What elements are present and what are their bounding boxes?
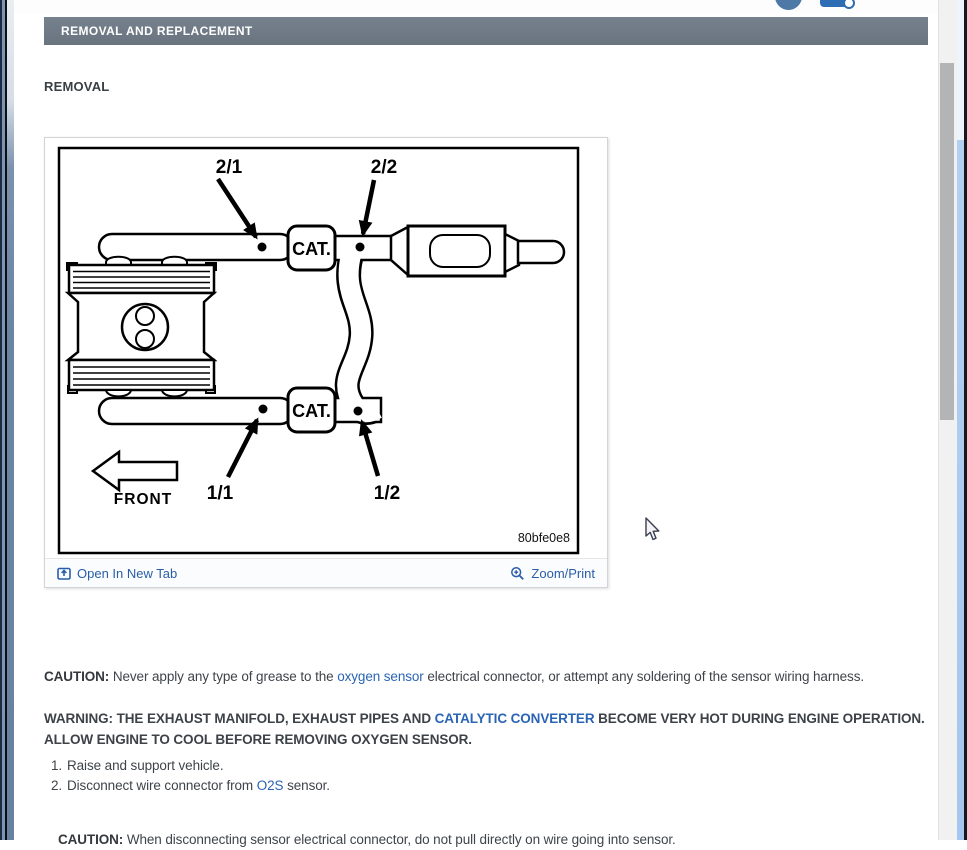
open-in-new-tab-label: Open In New Tab — [77, 565, 178, 581]
zoom-print-icon — [511, 566, 525, 580]
exhaust-system-diagram[interactable]: CAT. CAT. 2/1 2/2 1/1 1/2 FRONT 80bfe0e8 — [57, 146, 580, 555]
top-toolbar — [14, 0, 938, 14]
front-label: FRONT — [114, 491, 172, 508]
removal-heading: REMOVAL — [44, 79, 110, 94]
step-number: 1. — [50, 758, 62, 773]
section-header-bar: REMOVAL AND REPLACEMENT — [44, 17, 928, 45]
scrollbar-thumb[interactable] — [940, 63, 954, 420]
caution-label: CAUTION: — [58, 831, 124, 847]
figure-code: 80bfe0e8 — [518, 531, 570, 545]
procedure-steps: 1. Raise and support vehicle. 2. Disconn… — [47, 756, 330, 796]
article-content: REMOVAL AND REPLACEMENT REMOVAL CAT. CAT… — [14, 13, 938, 847]
step-1: 1. Raise and support vehicle. — [47, 756, 330, 776]
open-in-new-tab-link[interactable]: Open In New Tab — [57, 566, 177, 581]
callout-1-2: 1/2 — [374, 483, 400, 504]
figure-footer: Open In New Tab Zoom/Print — [45, 558, 607, 587]
user-avatar-icon[interactable] — [775, 0, 802, 10]
catalytic-converter-link[interactable]: CATALYTIC CONVERTER — [435, 711, 595, 726]
oxygen-sensor-link[interactable]: oxygen sensor — [337, 669, 424, 684]
outer-scrollbar-thumb[interactable] — [956, 140, 964, 840]
outer-scrollbar-track[interactable] — [956, 0, 964, 840]
warning-hot-exhaust: WARNING: THE EXHAUST MANIFOLD, EXHAUST P… — [44, 708, 929, 750]
caution-label: CAUTION: — [44, 668, 110, 684]
o2s-link[interactable]: O2S — [257, 778, 284, 793]
zoom-print-label: Zoom/Print — [531, 565, 595, 581]
figure-card: CAT. CAT. 2/1 2/2 1/1 1/2 FRONT 80bfe0e8 — [44, 137, 608, 588]
cat-label-bottom: CAT. — [292, 401, 331, 421]
page-title: REMOVAL AND REPLACEMENT — [61, 24, 253, 38]
caution-text: When disconnecting sensor electrical con… — [123, 831, 676, 847]
zoom-print-link[interactable]: Zoom/Print — [510, 566, 595, 581]
caution-text-post: electrical connector, or attempt any sol… — [423, 668, 864, 684]
step-text: Disconnect wire connector from O2S senso… — [67, 778, 330, 793]
caution-text-pre: Never apply any type of grease to the — [109, 668, 338, 684]
step-number: 2. — [50, 778, 62, 793]
step-2: 2. Disconnect wire connector from O2S se… — [47, 776, 330, 796]
open-in-new-tab-icon — [57, 567, 71, 580]
window-left-frame — [7, 0, 14, 840]
printer-badge-icon — [843, 0, 855, 9]
step-text: Raise and support vehicle. — [67, 758, 224, 773]
callout-2-1: 2/1 — [216, 157, 243, 178]
warning-text-pre: WARNING: THE EXHAUST MANIFOLD, EXHAUST P… — [44, 710, 435, 726]
callout-2-2: 2/2 — [371, 157, 397, 178]
callout-1-1: 1/1 — [207, 483, 234, 504]
cat-label-top: CAT. — [292, 239, 331, 259]
caution-grease: CAUTION: Never apply any type of grease … — [44, 667, 929, 687]
